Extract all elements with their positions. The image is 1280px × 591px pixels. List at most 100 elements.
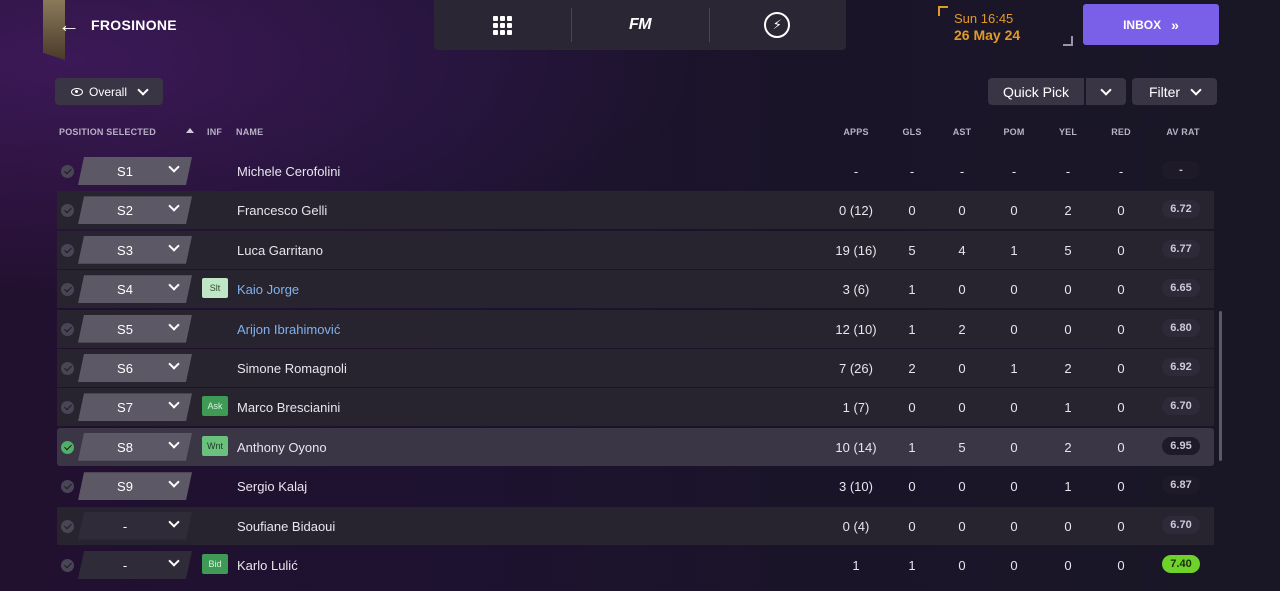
corner-bottom-right (1063, 36, 1073, 46)
row-checkbox[interactable] (61, 401, 74, 415)
column-header-ast[interactable]: AST (953, 127, 972, 137)
column-header-yel[interactable]: YEL (1059, 127, 1077, 137)
player-name[interactable]: Luca Garritano (237, 243, 323, 258)
column-header-pom[interactable]: POM (1003, 127, 1024, 137)
quick-pick-dropdown[interactable] (1086, 78, 1126, 105)
interest-badge[interactable]: Ask (202, 396, 228, 417)
inbox-button[interactable]: INBOX » (1083, 4, 1219, 45)
position-select[interactable]: S9 (78, 472, 192, 500)
position-select-label: S2 (117, 203, 133, 219)
table-row[interactable]: S1 Michele Cerofolini - - - - - - - (57, 152, 1214, 190)
position-select[interactable]: S8 (78, 433, 192, 461)
table-row[interactable]: - Bid Karlo Lulić 1 1 0 0 0 0 7.40 (57, 546, 1214, 584)
column-header-apps[interactable]: APPS (843, 127, 868, 137)
column-header-gls[interactable]: GLS (902, 127, 921, 137)
row-checkbox[interactable] (61, 204, 74, 218)
position-select[interactable]: S6 (78, 354, 192, 382)
player-name[interactable]: Marco Brescianini (237, 400, 340, 415)
player-name[interactable]: Anthony Oyono (237, 440, 327, 455)
cell-ast: 0 (958, 282, 966, 298)
position-select[interactable]: - (78, 551, 192, 579)
row-checkbox[interactable] (61, 165, 74, 178)
grid-menu-icon (493, 15, 513, 35)
cell-ast: 2 (958, 321, 966, 337)
table-row[interactable]: S8 Wnt Anthony Oyono 10 (14) 1 5 0 2 0 6.95 (57, 427, 1214, 466)
player-name[interactable]: Simone Romagnoli (237, 361, 347, 376)
position-select-label: - (122, 518, 128, 534)
quick-pick-button[interactable]: Quick Pick (988, 78, 1084, 105)
cell-pom: 0 (1010, 479, 1018, 495)
table-row[interactable]: - Soufiane Bidaoui 0 (4) 0 0 0 0 0 6.70 (57, 506, 1214, 545)
cell-pom: 0 (1010, 518, 1018, 534)
position-select[interactable]: - (78, 512, 192, 540)
cell-pom: - (1011, 164, 1017, 179)
cell-apps: 0 (4) (842, 518, 870, 534)
table-row[interactable]: S4 Slt Kaio Jorge 3 (6) 1 0 0 0 0 6.65 (57, 270, 1214, 309)
sort-ascending-icon[interactable] (186, 128, 194, 133)
position-select[interactable]: S5 (78, 315, 192, 343)
cell-gls: - (909, 164, 915, 179)
nav-quick-actions-button[interactable]: ⚡︎ (708, 0, 846, 50)
row-checkbox[interactable] (61, 322, 74, 336)
game-date-box[interactable]: Sun 16:45 26 May 24 (938, 6, 1073, 46)
row-checkbox[interactable] (61, 480, 74, 494)
club-name: FROSINONE (91, 17, 177, 33)
cell-pom: 0 (1010, 321, 1018, 337)
table-row[interactable]: S6 Simone Romagnoli 7 (26) 2 0 1 2 0 6.92 (57, 349, 1214, 387)
back-arrow-icon[interactable]: ← (58, 14, 80, 36)
average-rating-badge: 6.70 (1162, 397, 1200, 416)
row-checkbox[interactable] (61, 440, 74, 454)
position-select[interactable]: S4 (78, 275, 192, 303)
player-name[interactable]: Sergio Kalaj (237, 479, 307, 494)
row-checkbox[interactable] (61, 559, 74, 572)
cell-pom: 0 (1010, 203, 1018, 219)
table-row[interactable]: S2 Francesco Gelli 0 (12) 0 0 0 2 0 6.72 (57, 191, 1214, 230)
position-select[interactable]: S3 (78, 236, 192, 264)
table-row[interactable]: S3 Luca Garritano 19 (16) 5 4 1 5 0 6.77 (57, 230, 1214, 269)
nav-menu-button[interactable] (434, 0, 571, 50)
column-header-av-rat[interactable]: AV RAT (1166, 127, 1199, 137)
cell-apps: 7 (26) (839, 361, 873, 376)
player-name[interactable]: Arijon Ibrahimović (237, 322, 340, 337)
position-select[interactable]: S2 (78, 196, 192, 224)
table-scrollbar[interactable] (1219, 311, 1222, 461)
cell-yel: 2 (1064, 439, 1072, 455)
view-selector[interactable]: Overall (55, 78, 163, 105)
player-name[interactable]: Francesco Gelli (237, 203, 327, 218)
column-header-name[interactable]: NAME (236, 127, 263, 137)
table-row[interactable]: S9 Sergio Kalaj 3 (10) 0 0 0 1 0 6.87 (57, 467, 1214, 505)
cell-red: 0 (1117, 242, 1125, 258)
interest-badge[interactable]: Bid (202, 554, 228, 574)
interest-badge[interactable]: Wnt (202, 435, 228, 456)
row-checkbox[interactable] (61, 283, 74, 297)
nav-home-button[interactable]: FM (571, 0, 708, 50)
player-name[interactable]: Karlo Lulić (237, 558, 298, 573)
table-row[interactable]: S7 Ask Marco Brescianini 1 (7) 0 0 0 1 0 6.70 (57, 388, 1214, 427)
cell-ast: - (959, 164, 965, 179)
row-checkbox[interactable] (61, 519, 74, 533)
player-name[interactable]: Michele Cerofolini (237, 164, 340, 179)
main-nav: FM ⚡︎ (434, 0, 846, 50)
column-header-inf[interactable]: INF (207, 127, 222, 137)
position-select[interactable]: S1 (78, 157, 192, 185)
cell-ast: 0 (958, 518, 966, 534)
player-name[interactable]: Soufiane Bidaoui (237, 519, 335, 534)
position-select[interactable]: S7 (78, 393, 192, 421)
inbox-label: INBOX (1123, 17, 1162, 32)
row-checkbox[interactable] (61, 362, 74, 375)
average-rating-badge: 6.95 (1162, 436, 1200, 455)
cell-gls: 1 (908, 439, 916, 455)
double-chevron-right-icon: » (1171, 16, 1179, 33)
average-rating-badge: 7.40 (1162, 555, 1200, 573)
cell-red: 0 (1117, 479, 1125, 495)
player-name[interactable]: Kaio Jorge (237, 282, 299, 297)
table-row[interactable]: S5 Arijon Ibrahimović 12 (10) 1 2 0 0 0 6.80 (57, 309, 1214, 348)
interest-badge[interactable]: Slt (202, 278, 228, 299)
row-checkbox[interactable] (61, 243, 74, 257)
cell-pom: 0 (1010, 558, 1018, 573)
cell-gls: 1 (908, 282, 916, 298)
cell-red: 0 (1117, 321, 1125, 337)
filter-button[interactable]: Filter (1132, 78, 1217, 105)
column-header-position-selected[interactable]: POSITION SELECTED (59, 127, 156, 137)
column-header-red[interactable]: RED (1111, 127, 1131, 137)
